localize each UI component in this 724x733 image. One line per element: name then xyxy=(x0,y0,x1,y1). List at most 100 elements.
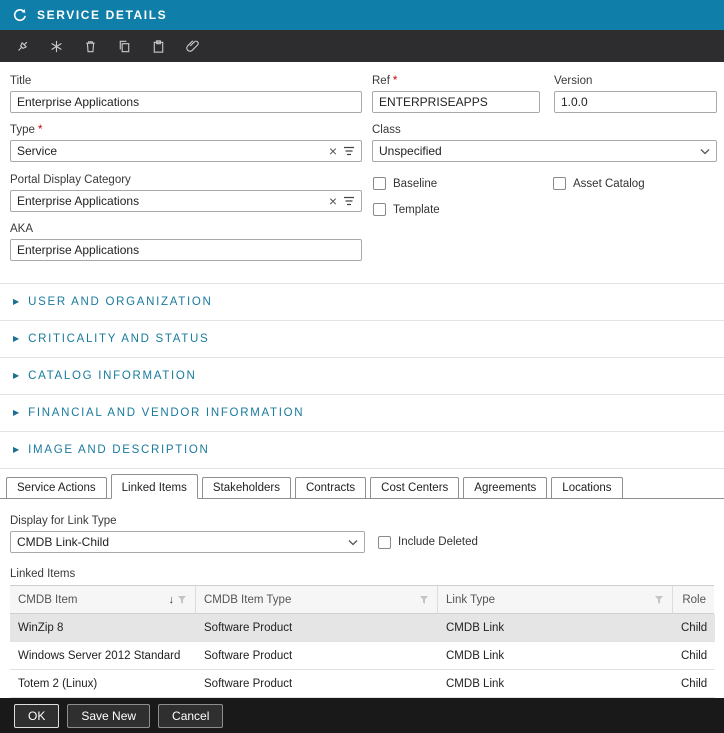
toolbar xyxy=(0,30,724,62)
collapsible-sections: ▶ USER AND ORGANIZATION ▶ CRITICALITY AN… xyxy=(0,283,724,469)
asset-catalog-checkbox-row: Asset Catalog xyxy=(553,177,645,190)
title-input[interactable] xyxy=(10,91,362,113)
attachment-icon[interactable] xyxy=(185,39,200,54)
type-combo[interactable]: Service × xyxy=(10,140,362,162)
linked-items-panel: Display for Link Type CMDB Link-Child In… xyxy=(0,499,724,698)
template-label: Template xyxy=(393,204,440,216)
cell-role[interactable]: Child xyxy=(673,670,715,698)
class-label: Class xyxy=(372,124,717,136)
asset-catalog-checkbox[interactable] xyxy=(553,177,566,190)
page-title: SERVICE DETAILS xyxy=(37,8,167,22)
column-header-role[interactable]: Role xyxy=(673,586,714,614)
linked-items-table: CMDB Item ↓ CMDB Item Type Link Type xyxy=(10,585,714,698)
tab-service-actions[interactable]: Service Actions xyxy=(6,477,107,498)
ok-button[interactable]: OK xyxy=(14,704,59,728)
chevron-down-icon xyxy=(700,148,710,155)
cell-link-type[interactable]: CMDB Link xyxy=(438,614,673,642)
clear-icon[interactable]: × xyxy=(329,194,337,208)
tab-agreements[interactable]: Agreements xyxy=(463,477,547,498)
baseline-checkbox-row: Baseline xyxy=(373,177,437,190)
form-area: Title Ref* Version Type* Service × Class… xyxy=(0,62,724,283)
cell-cmdb-item-type[interactable]: Software Product xyxy=(196,642,438,670)
section-financial-and-vendor-information[interactable]: ▶ FINANCIAL AND VENDOR INFORMATION xyxy=(0,394,724,431)
paste-icon[interactable] xyxy=(151,39,166,54)
refresh-icon[interactable] xyxy=(12,8,27,23)
expand-icon: ▶ xyxy=(13,409,19,417)
version-input[interactable] xyxy=(554,91,717,113)
cell-link-type[interactable]: CMDB Link xyxy=(438,670,673,698)
cell-cmdb-item[interactable]: WinZip 8 xyxy=(10,614,196,642)
save-new-button[interactable]: Save New xyxy=(67,704,150,728)
cell-role[interactable]: Child xyxy=(673,642,715,670)
tab-stakeholders[interactable]: Stakeholders xyxy=(202,477,291,498)
section-user-and-organization[interactable]: ▶ USER AND ORGANIZATION xyxy=(0,283,724,320)
baseline-label: Baseline xyxy=(393,178,437,190)
cell-cmdb-item[interactable]: Totem 2 (Linux) xyxy=(10,670,196,698)
filter-icon[interactable] xyxy=(419,595,429,605)
table-header-row: CMDB Item ↓ CMDB Item Type Link Type xyxy=(10,586,714,614)
tab-linked-items[interactable]: Linked Items xyxy=(111,474,198,499)
cell-link-type[interactable]: CMDB Link xyxy=(438,642,673,670)
tab-cost-centers[interactable]: Cost Centers xyxy=(370,477,459,498)
required-marker: * xyxy=(38,124,42,136)
section-criticality-and-status[interactable]: ▶ CRITICALITY AND STATUS xyxy=(0,320,724,357)
tab-contracts[interactable]: Contracts xyxy=(295,477,366,498)
version-label: Version xyxy=(554,75,717,87)
section-image-and-description[interactable]: ▶ IMAGE AND DESCRIPTION xyxy=(0,431,724,468)
cell-cmdb-item-type[interactable]: Software Product xyxy=(196,670,438,698)
type-value: Service xyxy=(17,144,323,158)
portal-display-category-combo[interactable]: Enterprise Applications × xyxy=(10,190,362,212)
link-type-select[interactable]: CMDB Link-Child xyxy=(10,531,365,553)
include-deleted-row: Include Deleted xyxy=(378,536,478,549)
aka-label: AKA xyxy=(10,223,362,235)
column-header-cmdb-item[interactable]: CMDB Item ↓ xyxy=(10,586,196,614)
column-header-cmdb-item-type[interactable]: CMDB Item Type xyxy=(196,586,438,614)
filter-icon[interactable] xyxy=(177,595,187,605)
expand-icon: ▶ xyxy=(13,446,19,454)
snowflake-icon[interactable] xyxy=(49,39,64,54)
class-select[interactable]: Unspecified xyxy=(372,140,717,162)
type-label: Type* xyxy=(10,124,362,136)
portal-display-category-label: Portal Display Category xyxy=(10,174,362,186)
template-checkbox[interactable] xyxy=(373,203,386,216)
baseline-checkbox[interactable] xyxy=(373,177,386,190)
footer-bar: OK Save New Cancel xyxy=(0,698,724,733)
tab-bar: Service Actions Linked Items Stakeholder… xyxy=(0,473,724,499)
include-deleted-label: Include Deleted xyxy=(398,536,478,548)
table-row[interactable]: WinZip 8 Software Product CMDB Link Chil… xyxy=(10,614,714,642)
tab-locations[interactable]: Locations xyxy=(551,477,622,498)
expand-icon: ▶ xyxy=(13,335,19,343)
filter-icon[interactable] xyxy=(654,595,664,605)
cancel-button[interactable]: Cancel xyxy=(158,704,223,728)
delete-icon[interactable] xyxy=(83,39,98,54)
table-row[interactable]: Totem 2 (Linux) Software Product CMDB Li… xyxy=(10,670,714,698)
class-value: Unspecified xyxy=(379,144,694,158)
ref-input[interactable] xyxy=(372,91,540,113)
list-filter-icon[interactable] xyxy=(343,145,355,157)
sort-desc-icon: ↓ xyxy=(169,594,175,606)
portal-display-category-value: Enterprise Applications xyxy=(17,194,323,208)
required-marker: * xyxy=(393,75,397,87)
template-checkbox-row: Template xyxy=(373,203,440,216)
chevron-down-icon xyxy=(348,539,358,546)
cell-cmdb-item[interactable]: Windows Server 2012 Standard xyxy=(10,642,196,670)
expand-icon: ▶ xyxy=(13,372,19,380)
cell-role[interactable]: Child xyxy=(673,614,715,642)
pin-icon[interactable] xyxy=(15,39,30,54)
cell-cmdb-item-type[interactable]: Software Product xyxy=(196,614,438,642)
linked-items-label: Linked Items xyxy=(10,568,724,580)
table-row[interactable]: Windows Server 2012 Standard Software Pr… xyxy=(10,642,714,670)
ref-label: Ref* xyxy=(372,75,540,87)
column-header-link-type[interactable]: Link Type xyxy=(438,586,673,614)
section-catalog-information[interactable]: ▶ CATALOG INFORMATION xyxy=(0,357,724,394)
include-deleted-checkbox[interactable] xyxy=(378,536,391,549)
aka-input[interactable] xyxy=(10,239,362,261)
asset-catalog-label: Asset Catalog xyxy=(573,178,645,190)
clear-icon[interactable]: × xyxy=(329,144,337,158)
title-label: Title xyxy=(10,75,362,87)
titlebar: SERVICE DETAILS xyxy=(0,0,724,30)
copy-icon[interactable] xyxy=(117,39,132,54)
expand-icon: ▶ xyxy=(13,298,19,306)
list-filter-icon[interactable] xyxy=(343,195,355,207)
link-type-value: CMDB Link-Child xyxy=(17,535,342,549)
